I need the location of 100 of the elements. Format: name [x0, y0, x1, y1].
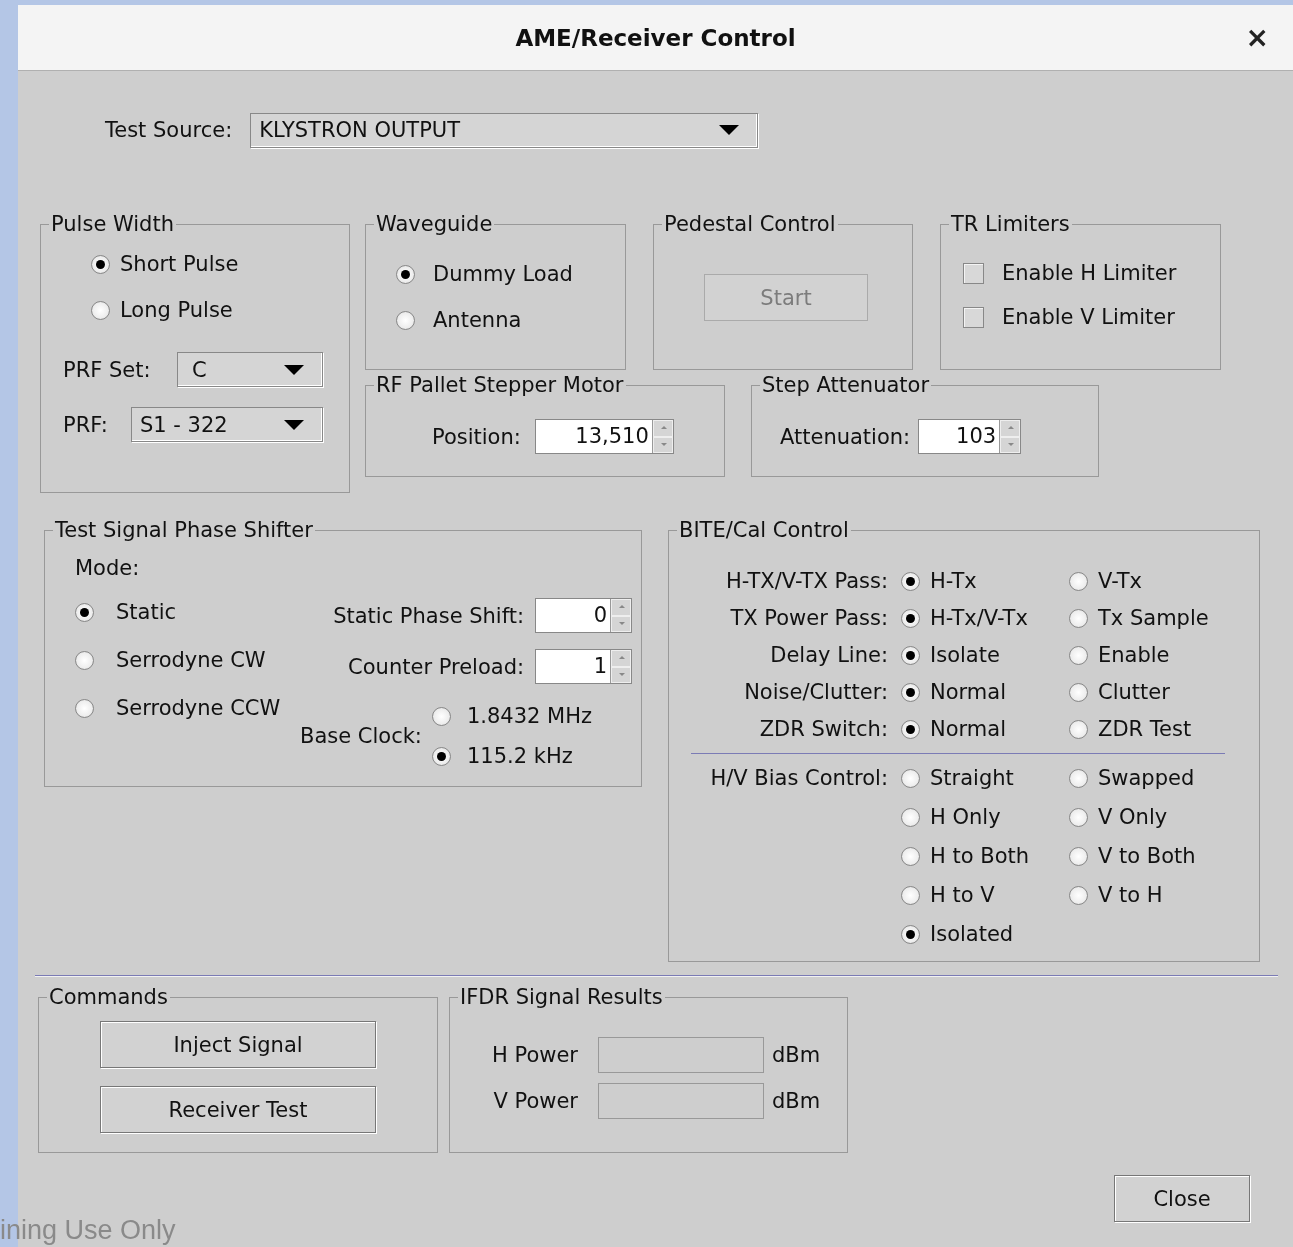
radio-label[interactable]: Isolated — [930, 922, 1014, 947]
group-title: Waveguide — [375, 213, 494, 237]
radio-label[interactable]: Normal — [930, 717, 1006, 742]
checkbox-label[interactable]: Enable H Limiter — [1002, 261, 1177, 286]
unit-label: dBm — [772, 1043, 822, 1068]
checkbox[interactable] — [963, 262, 984, 284]
radio-label[interactable]: Tx Sample — [1098, 606, 1209, 631]
close-button[interactable]: × — [1241, 21, 1273, 54]
radio-button[interactable] — [1069, 645, 1088, 665]
field-label: Position: — [432, 424, 521, 449]
field-label: PRF Set: — [63, 357, 151, 382]
radio-button[interactable] — [1069, 571, 1088, 591]
field-label: H/V Bias Control: — [709, 766, 889, 791]
radio-label[interactable]: Antenna — [433, 308, 522, 333]
radio-label[interactable]: H to V — [930, 883, 995, 908]
field-label: Static Phase Shift: — [333, 603, 525, 628]
radio-button[interactable] — [901, 719, 920, 739]
radio-button[interactable] — [396, 264, 415, 284]
radio-button[interactable] — [396, 310, 415, 330]
dropdown[interactable]: C — [177, 352, 323, 388]
spinner-field[interactable]: 13,510 — [534, 419, 674, 455]
group-title: Pedestal Control — [663, 213, 837, 237]
radio-button[interactable] — [1069, 807, 1088, 827]
radio-label[interactable]: Normal — [930, 680, 1006, 705]
radio-label[interactable]: H-Tx/V-Tx — [930, 606, 1028, 631]
radio-label[interactable]: H Only — [930, 805, 1001, 830]
close-button[interactable]: Close — [1114, 1175, 1250, 1222]
radio-button[interactable] — [901, 608, 920, 628]
radio-button[interactable] — [1069, 768, 1088, 788]
radio-label[interactable]: V-Tx — [1098, 569, 1143, 594]
radio-label[interactable]: ZDR Test — [1098, 717, 1192, 742]
radio-label[interactable]: Serrodyne CW — [116, 648, 266, 673]
radio-button[interactable] — [1069, 846, 1088, 866]
radio-button[interactable] — [901, 924, 920, 944]
spinner-field[interactable]: 0 — [535, 598, 633, 634]
radio-label[interactable]: Serrodyne CCW — [116, 696, 281, 721]
spinner-field[interactable]: 103 — [918, 419, 1022, 455]
radio-label[interactable]: 115.2 kHz — [466, 744, 573, 769]
radio-label[interactable]: V Only — [1098, 805, 1168, 830]
dropdown[interactable]: S1 - 322 — [131, 407, 323, 443]
caret-icon — [284, 364, 304, 375]
radio-label[interactable]: Dummy Load — [433, 262, 573, 287]
field-label: H-TX/V-TX Pass: — [725, 569, 889, 594]
group-title: IFDR Signal Results — [459, 986, 664, 1010]
group-title: BITE/Cal Control — [678, 519, 850, 543]
field-label: Test Source: — [105, 118, 233, 142]
dropdown[interactable]: KLYSTRON OUTPUT — [250, 112, 759, 148]
radio-label[interactable]: Static — [116, 600, 177, 625]
unit-label: dBm — [772, 1089, 822, 1114]
radio-label[interactable]: Isolate — [930, 643, 1000, 668]
radio-label[interactable]: H-Tx — [930, 569, 977, 594]
radio-label[interactable]: Straight — [930, 766, 1014, 791]
radio-button[interactable] — [91, 254, 110, 274]
group-title: Pulse Width — [50, 213, 175, 237]
radio-label[interactable]: Swapped — [1098, 766, 1195, 791]
radio-button[interactable] — [75, 602, 94, 622]
field-label: Delay Line: — [769, 643, 889, 668]
radio-button[interactable] — [91, 300, 110, 320]
window-title: AME/Receiver Control — [515, 24, 796, 51]
command-button[interactable]: Inject Signal — [100, 1021, 376, 1069]
radio-button[interactable] — [75, 698, 94, 718]
radio-button[interactable] — [901, 885, 920, 905]
field-label: ZDR Switch: — [758, 717, 889, 742]
field-label: H Power — [491, 1043, 579, 1068]
command-button[interactable]: Receiver Test — [100, 1086, 376, 1134]
radio-label[interactable]: V to H — [1098, 883, 1163, 908]
group-title: TR Limiters — [950, 213, 1071, 237]
group-title: Test Signal Phase Shifter — [54, 519, 314, 543]
radio-button[interactable] — [1069, 719, 1088, 739]
radio-button[interactable] — [431, 706, 451, 726]
radio-button[interactable] — [75, 650, 94, 670]
radio-button[interactable] — [1069, 885, 1088, 905]
group-title: RF Pallet Stepper Motor — [375, 374, 625, 398]
radio-label[interactable]: V to Both — [1098, 844, 1196, 869]
field-label: Counter Preload: — [348, 654, 525, 679]
radio-label[interactable]: Long Pulse — [120, 298, 233, 323]
field-label: Base Clock: — [300, 724, 422, 749]
radio-button[interactable] — [1069, 682, 1088, 702]
spinner-field[interactable]: 1 — [535, 649, 633, 685]
radio-button[interactable] — [901, 645, 920, 665]
radio-label[interactable]: Enable — [1098, 643, 1170, 668]
radio-label[interactable]: H to Both — [930, 844, 1030, 869]
radio-button[interactable] — [1069, 608, 1088, 628]
radio-button[interactable] — [901, 768, 920, 788]
radio-button[interactable] — [901, 846, 920, 866]
radio-button[interactable] — [901, 682, 920, 702]
checkbox[interactable] — [963, 306, 984, 328]
radio-label[interactable]: 1.8432 MHz — [466, 704, 593, 729]
radio-button[interactable] — [901, 571, 920, 591]
dropdown-value: C — [192, 357, 207, 382]
field-label: PRF: — [63, 412, 108, 437]
checkbox-label[interactable]: Enable V Limiter — [1002, 305, 1175, 330]
radio-label[interactable]: Clutter — [1098, 680, 1170, 705]
radio-button[interactable] — [431, 746, 451, 766]
caret-icon — [284, 419, 304, 430]
radio-label[interactable]: Short Pulse — [120, 252, 239, 277]
field-label: Noise/Clutter: — [743, 680, 889, 705]
background-text: ining Use Only — [0, 1215, 176, 1246]
radio-button[interactable] — [901, 807, 920, 827]
dropdown-value: KLYSTRON OUTPUT — [259, 118, 460, 142]
